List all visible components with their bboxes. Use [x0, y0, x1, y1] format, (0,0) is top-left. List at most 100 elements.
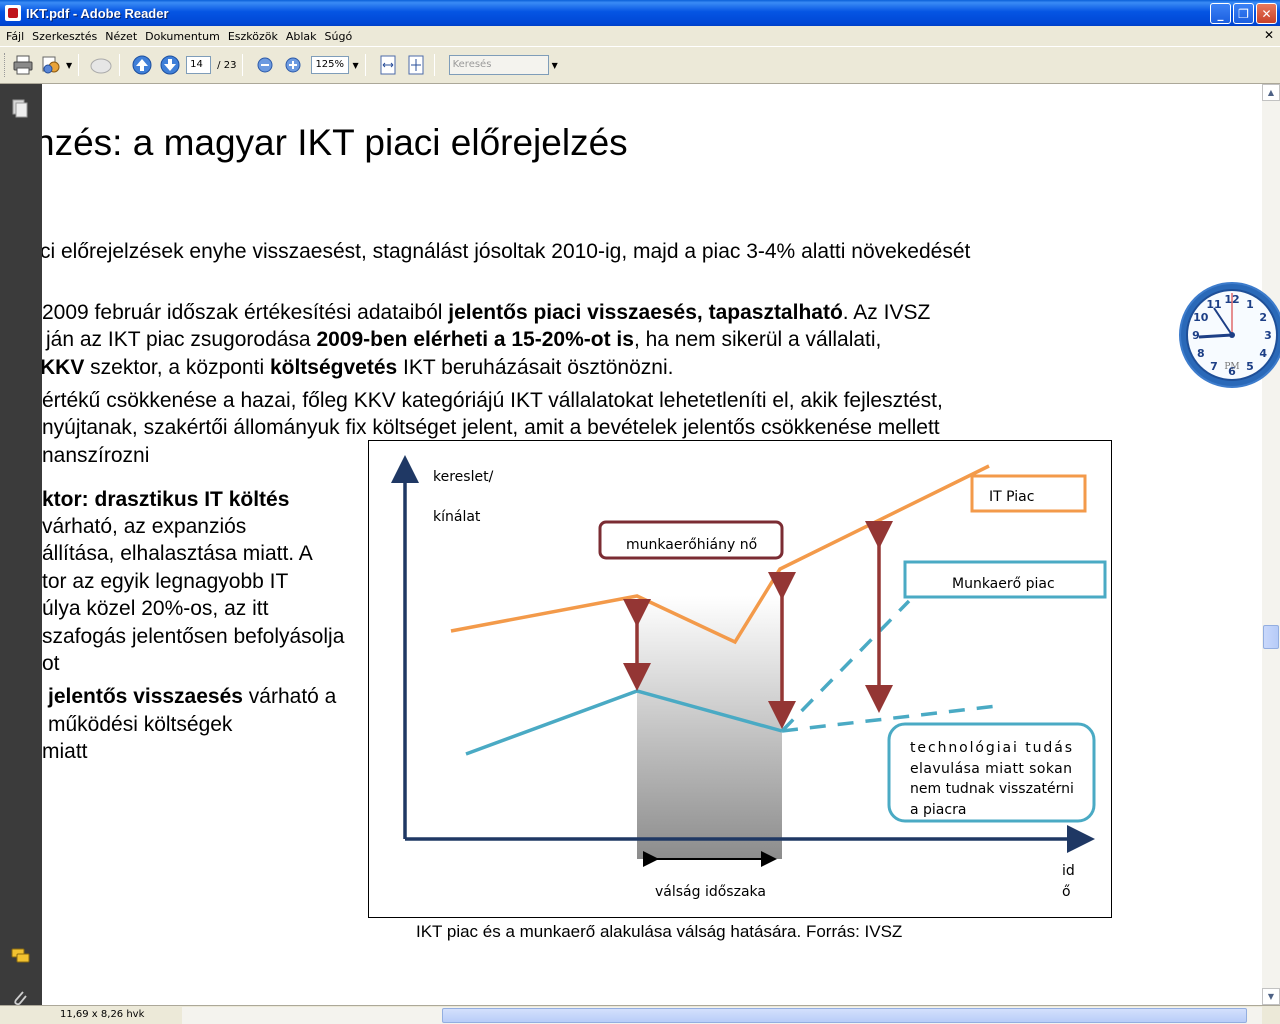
toolbar-separator [119, 54, 121, 76]
arrow-up-icon [132, 55, 152, 75]
body-text-line: nyújtanak, szakértői állományuk fix költ… [42, 416, 940, 439]
toolbar-separator [242, 54, 244, 76]
document-close-icon[interactable]: ✕ [1264, 28, 1274, 42]
body-text-line: értékű csökkenése a hazai, főleg KKV kat… [42, 389, 943, 412]
cloud-icon [90, 58, 112, 74]
body-text-line: szafogás jelentősen befolyásolja [42, 625, 345, 648]
clock-numeral: 8 [1197, 347, 1205, 360]
diagram-frame: kereslet/ kínálat id ő munkaerőhiány nő … [368, 440, 1112, 918]
body-text-line: állítása, elhalasztása miatt. A [42, 542, 313, 565]
toolbar-separator [433, 54, 435, 76]
previous-page-button[interactable] [130, 53, 154, 77]
document-page[interactable]: nzés: a magyar IKT piaci előrejelzés ci … [42, 84, 1262, 1005]
page-dimensions: 11,69 x 8,26 hvk [60, 1009, 145, 1020]
it-market-label: IT Piac [989, 489, 1034, 505]
menu-window[interactable]: Ablak [282, 30, 321, 43]
desktop-clock-gadget[interactable]: 12 1 2 3 4 5 6 7 8 9 10 11 PM [1172, 280, 1280, 398]
next-page-button[interactable] [158, 53, 182, 77]
print-button[interactable] [11, 53, 35, 77]
minimize-button[interactable]: _ [1210, 3, 1231, 24]
menu-document[interactable]: Dokumentum [141, 30, 224, 43]
text-segment: . Az IVSZ [842, 301, 931, 324]
zoom-in-button[interactable] [281, 53, 305, 77]
close-button[interactable]: ✕ [1256, 3, 1277, 24]
page-number-input[interactable]: 14 [186, 56, 212, 74]
hand-tool-button[interactable] [89, 53, 113, 77]
zoom-in-icon [285, 57, 301, 73]
status-bar: 11,69 x 8,26 hvk [0, 1005, 1280, 1024]
body-text-line: KKV szektor, a központi költségvetés IKT… [42, 356, 673, 380]
technology-note-line: nem tudnak visszatérni [910, 781, 1074, 797]
horizontal-scrollbar[interactable] [182, 1007, 1262, 1024]
collaborate-icon [42, 56, 60, 74]
window-title: IKT.pdf - Adobe Reader [26, 5, 169, 21]
scroll-thumb[interactable] [1263, 625, 1279, 649]
body-text-line: működési költségek [48, 713, 233, 736]
body-text-line: miatt [42, 740, 88, 763]
horizontal-scroll-thumb[interactable] [442, 1008, 1247, 1023]
share-button[interactable] [39, 53, 63, 77]
search-input[interactable]: Keresés [448, 55, 549, 75]
crisis-period-band [637, 596, 782, 859]
toolbar-separator [364, 54, 366, 76]
body-text-line: várható, az expanziós [42, 515, 247, 538]
zoom-dropdown-icon[interactable]: ▼ [352, 61, 358, 70]
toolbar-grip[interactable] [4, 53, 7, 77]
clock-numeral: 3 [1264, 329, 1272, 342]
fit-width-button[interactable] [376, 53, 400, 77]
text-segment: IKT beruházásait ösztönözni. [397, 356, 674, 379]
scroll-down-button[interactable]: ▼ [1262, 988, 1280, 1005]
crisis-period-label: válság időszaka [655, 884, 766, 900]
pages-icon[interactable] [10, 98, 30, 118]
bold-text: 2009-ben elérheti a 15-20%-ot is [316, 328, 634, 351]
clock-numeral: 2 [1259, 311, 1267, 324]
toolbar: ▼ 14 / 23 125% ▼ Keresés ▼ [0, 46, 1280, 84]
navigation-panel [0, 84, 42, 1006]
menu-bar: Fájl Szerkesztés Nézet Dokumentum Eszköz… [0, 26, 1280, 46]
maximize-button[interactable]: ❐ [1233, 3, 1254, 24]
zoom-out-button[interactable] [253, 53, 277, 77]
pdf-app-icon [5, 5, 21, 21]
technology-note-line: technológiai tudás [910, 740, 1072, 756]
body-text-line: ktor: drasztikus IT költés [42, 488, 290, 511]
text-segment: várható a [242, 685, 337, 708]
body-text-line: ci előrejelzések enyhe visszaesést, stag… [42, 240, 971, 263]
figure-caption: IKT piac és a munkaerő alakulása válság … [416, 922, 903, 941]
fit-page-icon [408, 55, 424, 75]
scroll-up-button[interactable]: ▲ [1262, 84, 1280, 101]
technology-note-line: a piacra [910, 802, 966, 818]
clock-numeral: 9 [1192, 329, 1200, 342]
arrow-down-icon [160, 55, 180, 75]
technology-note-line: elavulása miatt sokan [910, 761, 1072, 777]
comments-icon[interactable] [10, 946, 30, 966]
hour-hand [1198, 333, 1233, 339]
fit-page-button[interactable] [404, 53, 428, 77]
clock-numeral: 5 [1246, 360, 1254, 373]
clock-numeral: 1 [1246, 298, 1254, 311]
bold-text: jelentős piaci visszaesés, tapasztalható [448, 301, 843, 324]
bold-text: jelentős visszaesés [48, 685, 243, 708]
clock-brand: PM [1224, 362, 1239, 372]
text-segment: szektor, a központi [84, 356, 270, 379]
bold-text: KKV [42, 356, 85, 379]
vertical-scrollbar[interactable]: ▲ ▼ [1262, 84, 1280, 1005]
labor-recovery-dashed-line [780, 599, 911, 733]
share-dropdown-icon[interactable]: ▼ [66, 61, 72, 70]
x-axis-label: id [1062, 863, 1075, 879]
body-text-line: úlya közel 20%-os, az itt [42, 597, 269, 620]
menu-edit[interactable]: Szerkesztés [28, 30, 101, 43]
y-axis-label: kereslet/ [433, 469, 494, 485]
menu-view[interactable]: Nézet [101, 30, 141, 43]
market-diagram: kereslet/ kínálat id ő munkaerőhiány nő … [391, 455, 1107, 900]
search-dropdown-icon[interactable]: ▼ [552, 61, 558, 70]
clock-numeral: 10 [1193, 311, 1209, 324]
menu-help[interactable]: Súgó [321, 30, 357, 43]
zoom-out-icon [257, 57, 273, 73]
menu-file[interactable]: Fájl [2, 30, 28, 43]
fit-width-icon [380, 55, 396, 75]
text-segment: , ha nem sikerül a vállalati, [633, 328, 882, 351]
zoom-level-input[interactable]: 125% [311, 56, 350, 74]
menu-tools[interactable]: Eszközök [224, 30, 282, 43]
window-controls: _ ❐ ✕ [1210, 3, 1277, 24]
slide-title: nzés: a magyar IKT piaci előrejelzés [42, 122, 628, 163]
